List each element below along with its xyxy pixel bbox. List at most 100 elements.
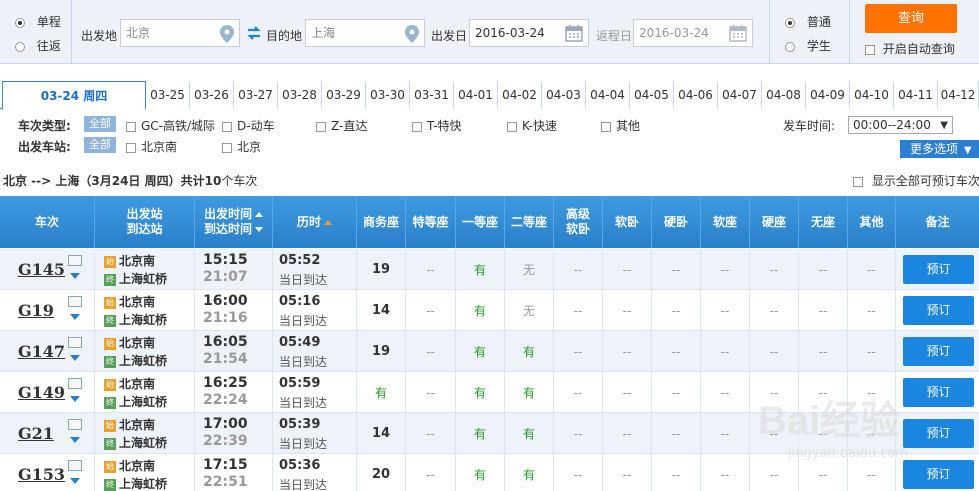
tab-date[interactable]: 04-05 xyxy=(630,81,674,109)
train-info-icon[interactable] xyxy=(68,460,82,471)
passenger-student-option[interactable]: 学生 xyxy=(785,37,831,54)
train-cell: G21 xyxy=(0,413,95,454)
filter-gc[interactable]: GC-高铁/城际 xyxy=(126,117,215,134)
tab-date[interactable]: 03-29 xyxy=(322,81,366,109)
tab-date[interactable]: 04-12 xyxy=(938,81,979,109)
time-cell: 16:25 22:24 xyxy=(195,372,273,413)
query-button[interactable]: 查询 xyxy=(865,4,957,33)
seat-first: 有 xyxy=(456,331,505,372)
book-button[interactable]: 预订 xyxy=(903,419,974,448)
filter-other[interactable]: 其他 xyxy=(601,117,640,134)
start-station-icon: 始 xyxy=(104,419,116,432)
tab-date[interactable]: 04-08 xyxy=(762,81,806,109)
col-duration[interactable]: 历时 xyxy=(273,196,357,248)
book-button[interactable]: 预订 xyxy=(903,296,974,325)
filter-k[interactable]: K-快速 xyxy=(507,117,557,134)
location-pin-icon xyxy=(405,25,419,46)
book-button[interactable]: 预订 xyxy=(903,337,974,366)
return-date-label: 返程日 xyxy=(596,29,633,43)
col-time[interactable]: 出发时间 到达时间 xyxy=(195,196,273,248)
checkbox-icon xyxy=(601,121,611,132)
train-number-link[interactable]: G21 xyxy=(18,424,54,443)
tab-date[interactable]: 03-27 xyxy=(234,81,278,109)
auto-query-toggle[interactable]: 开启自动查询 xyxy=(865,40,955,57)
end-station-icon: 终 xyxy=(104,355,116,368)
train-number-link[interactable]: G147 xyxy=(18,342,65,361)
tab-date[interactable]: 03-25 xyxy=(146,81,190,109)
swap-icon[interactable] xyxy=(246,26,262,43)
tab-date-active[interactable]: 03-24 周四 xyxy=(2,81,146,110)
tab-date[interactable]: 04-03 xyxy=(542,81,586,109)
passenger-normal-option[interactable]: 普通 xyxy=(785,13,831,30)
return-date-input[interactable]: 2016-03-24 xyxy=(633,19,753,47)
calendar-icon xyxy=(729,24,747,46)
arrive-time: 22:24 xyxy=(203,392,248,408)
tab-date[interactable]: 04-02 xyxy=(498,81,542,109)
train-info-icon[interactable] xyxy=(68,337,82,348)
show-all-bookable-toggle[interactable]: 显示全部可预订车次 xyxy=(853,172,979,189)
train-number-link[interactable]: G153 xyxy=(18,465,65,484)
train-info-icon[interactable] xyxy=(68,419,82,430)
expand-stops-icon[interactable] xyxy=(70,396,80,402)
filter-z[interactable]: Z-直达 xyxy=(316,117,367,134)
col-train: 车次 xyxy=(0,196,95,248)
arrival-note: 当日到达 xyxy=(279,478,328,491)
filter-d[interactable]: D-动车 xyxy=(222,117,275,134)
tab-date[interactable]: 04-07 xyxy=(718,81,762,109)
expand-stops-icon[interactable] xyxy=(70,478,80,484)
tab-date[interactable]: 03-28 xyxy=(278,81,322,109)
expand-stops-icon[interactable] xyxy=(70,314,80,320)
train-type-all-button[interactable]: 全部 xyxy=(84,116,116,132)
tab-date[interactable]: 04-11 xyxy=(894,81,938,109)
round-trip-option[interactable]: 往返 xyxy=(15,37,61,54)
arrive-time: 22:51 xyxy=(203,474,248,490)
expand-stops-icon[interactable] xyxy=(70,437,80,443)
tab-date[interactable]: 04-01 xyxy=(454,81,498,109)
tab-date[interactable]: 04-09 xyxy=(806,81,850,109)
to-input[interactable]: 上海 xyxy=(305,19,425,47)
time-cell: 17:00 22:39 xyxy=(195,413,273,454)
seat-unavailable: -- xyxy=(701,331,750,372)
more-options-button[interactable]: 更多选项 ▼ xyxy=(900,140,979,158)
depart-time-select[interactable]: 00:00--24:00 ▼ xyxy=(848,116,953,134)
train-info-icon[interactable] xyxy=(68,296,82,307)
train-number-link[interactable]: G145 xyxy=(18,260,65,279)
tab-date[interactable]: 03-31 xyxy=(410,81,454,109)
train-number-link[interactable]: G19 xyxy=(18,301,54,320)
station-all-button[interactable]: 全部 xyxy=(84,137,116,153)
depart-date-input[interactable]: 2016-03-24 xyxy=(469,19,589,47)
tab-date[interactable]: 03-26 xyxy=(190,81,234,109)
seat-unavailable: -- xyxy=(652,290,701,331)
train-info-icon[interactable] xyxy=(68,255,82,266)
duration: 05:59 xyxy=(279,376,321,391)
train-info-icon[interactable] xyxy=(68,378,82,389)
filter-t[interactable]: T-特快 xyxy=(412,117,462,134)
expand-stops-icon[interactable] xyxy=(70,273,80,279)
train-number-link[interactable]: G149 xyxy=(18,383,65,402)
station-cell: 始北京南终上海虹桥 xyxy=(95,249,195,290)
checkbox-icon xyxy=(865,44,875,55)
seat-special: -- xyxy=(406,372,456,413)
book-button[interactable]: 预订 xyxy=(903,255,974,284)
divider xyxy=(769,0,770,64)
sort-up-icon xyxy=(255,212,263,217)
col-business: 商务座 xyxy=(357,196,406,248)
duration-cell: 05:59 当日到达 xyxy=(273,372,357,413)
tab-date[interactable]: 04-04 xyxy=(586,81,630,109)
filter-station-beijingnan[interactable]: 北京南 xyxy=(126,138,177,155)
train-search-page: 单程 往返 出发地 北京 目的地 上海 出发日 2016-03-24 返程日 2… xyxy=(0,0,979,491)
tab-date[interactable]: 04-06 xyxy=(674,81,718,109)
start-station-icon: 始 xyxy=(104,460,116,473)
from-input[interactable]: 北京 xyxy=(120,19,240,47)
tab-date[interactable]: 03-30 xyxy=(366,81,410,109)
one-way-option[interactable]: 单程 xyxy=(15,13,61,30)
remark-cell: 预订 xyxy=(896,372,979,413)
col-station: 出发站 到达站 xyxy=(95,196,195,248)
train-cell: G149 xyxy=(0,372,95,413)
expand-stops-icon[interactable] xyxy=(70,355,80,361)
book-button[interactable]: 预订 xyxy=(903,460,974,489)
book-button[interactable]: 预订 xyxy=(903,378,974,407)
filter-station-beijing[interactable]: 北京 xyxy=(222,138,261,155)
from-station: 始北京南 xyxy=(104,418,156,432)
tab-date[interactable]: 04-10 xyxy=(850,81,894,109)
